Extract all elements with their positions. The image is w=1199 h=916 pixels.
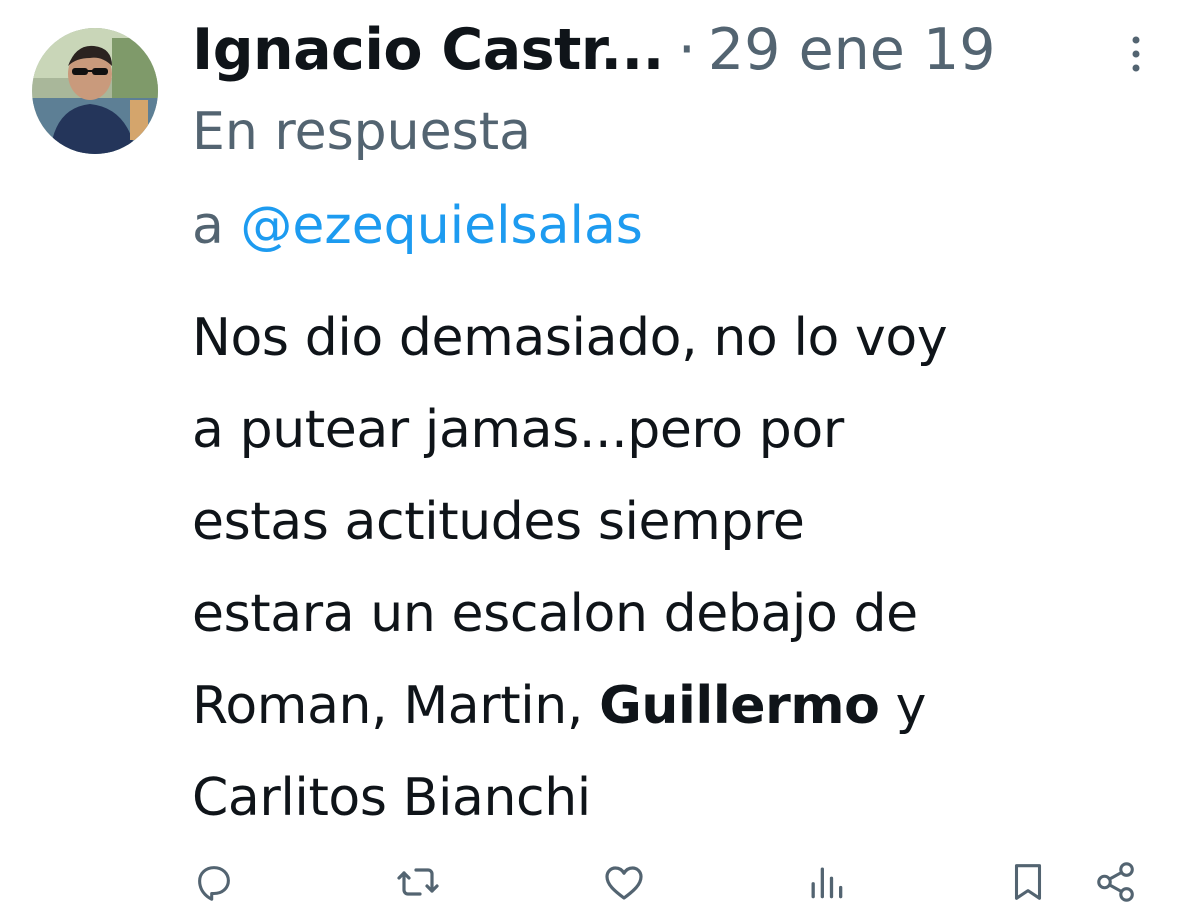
bookmark-button[interactable] <box>1002 856 1054 908</box>
views-button[interactable] <box>800 856 852 908</box>
reply-mention-link[interactable]: @ezequielsalas <box>240 196 643 256</box>
share-button[interactable] <box>1090 856 1142 908</box>
more-vertical-icon <box>1132 36 1140 72</box>
analytics-icon <box>811 867 843 899</box>
header-separator: · <box>677 17 696 83</box>
reply-button[interactable] <box>188 856 240 908</box>
tweet-body: Nos dio demasiado, no lo voy a putear ja… <box>192 292 1172 844</box>
tweet-body-line: Nos dio demasiado, no lo voy <box>192 308 948 368</box>
reply-context-prefix: a <box>192 196 224 256</box>
tweet-body-text: Roman, Martin, <box>192 676 600 736</box>
reply-context-line1: En respuesta <box>192 102 531 162</box>
reply-icon <box>198 866 230 901</box>
bookmark-icon <box>1014 864 1042 900</box>
tweet-body-line: estara un escalon debajo de <box>192 584 918 644</box>
tweet-header: Ignacio Castr... · 29 ene 19 <box>192 14 995 86</box>
tweet-body-line: a putear jamas...pero por <box>192 400 844 460</box>
retweet-icon <box>397 868 439 896</box>
tweet-body-text: y <box>879 676 927 736</box>
avatar-photo <box>32 28 158 154</box>
like-button[interactable] <box>598 856 650 908</box>
tweet-actions-bar <box>0 852 1199 912</box>
heart-icon <box>605 866 643 900</box>
tweet-body-line: Roman, Martin, Guillermo y <box>192 660 1172 752</box>
reply-context-line2: a @ezequielsalas <box>192 194 643 258</box>
tweet-body-line: estas actitudes siempre <box>192 492 805 552</box>
tweet-body-line: Carlitos Bianchi <box>192 768 591 828</box>
tweet-date[interactable]: 29 ene 19 <box>708 14 996 86</box>
more-options-button[interactable] <box>1118 30 1154 78</box>
tweet-body-bold-text: Guillermo <box>599 676 880 736</box>
share-icon <box>1097 862 1134 902</box>
author-name[interactable]: Ignacio Castr... <box>192 14 664 86</box>
avatar[interactable] <box>32 28 158 154</box>
retweet-button[interactable] <box>392 856 444 908</box>
